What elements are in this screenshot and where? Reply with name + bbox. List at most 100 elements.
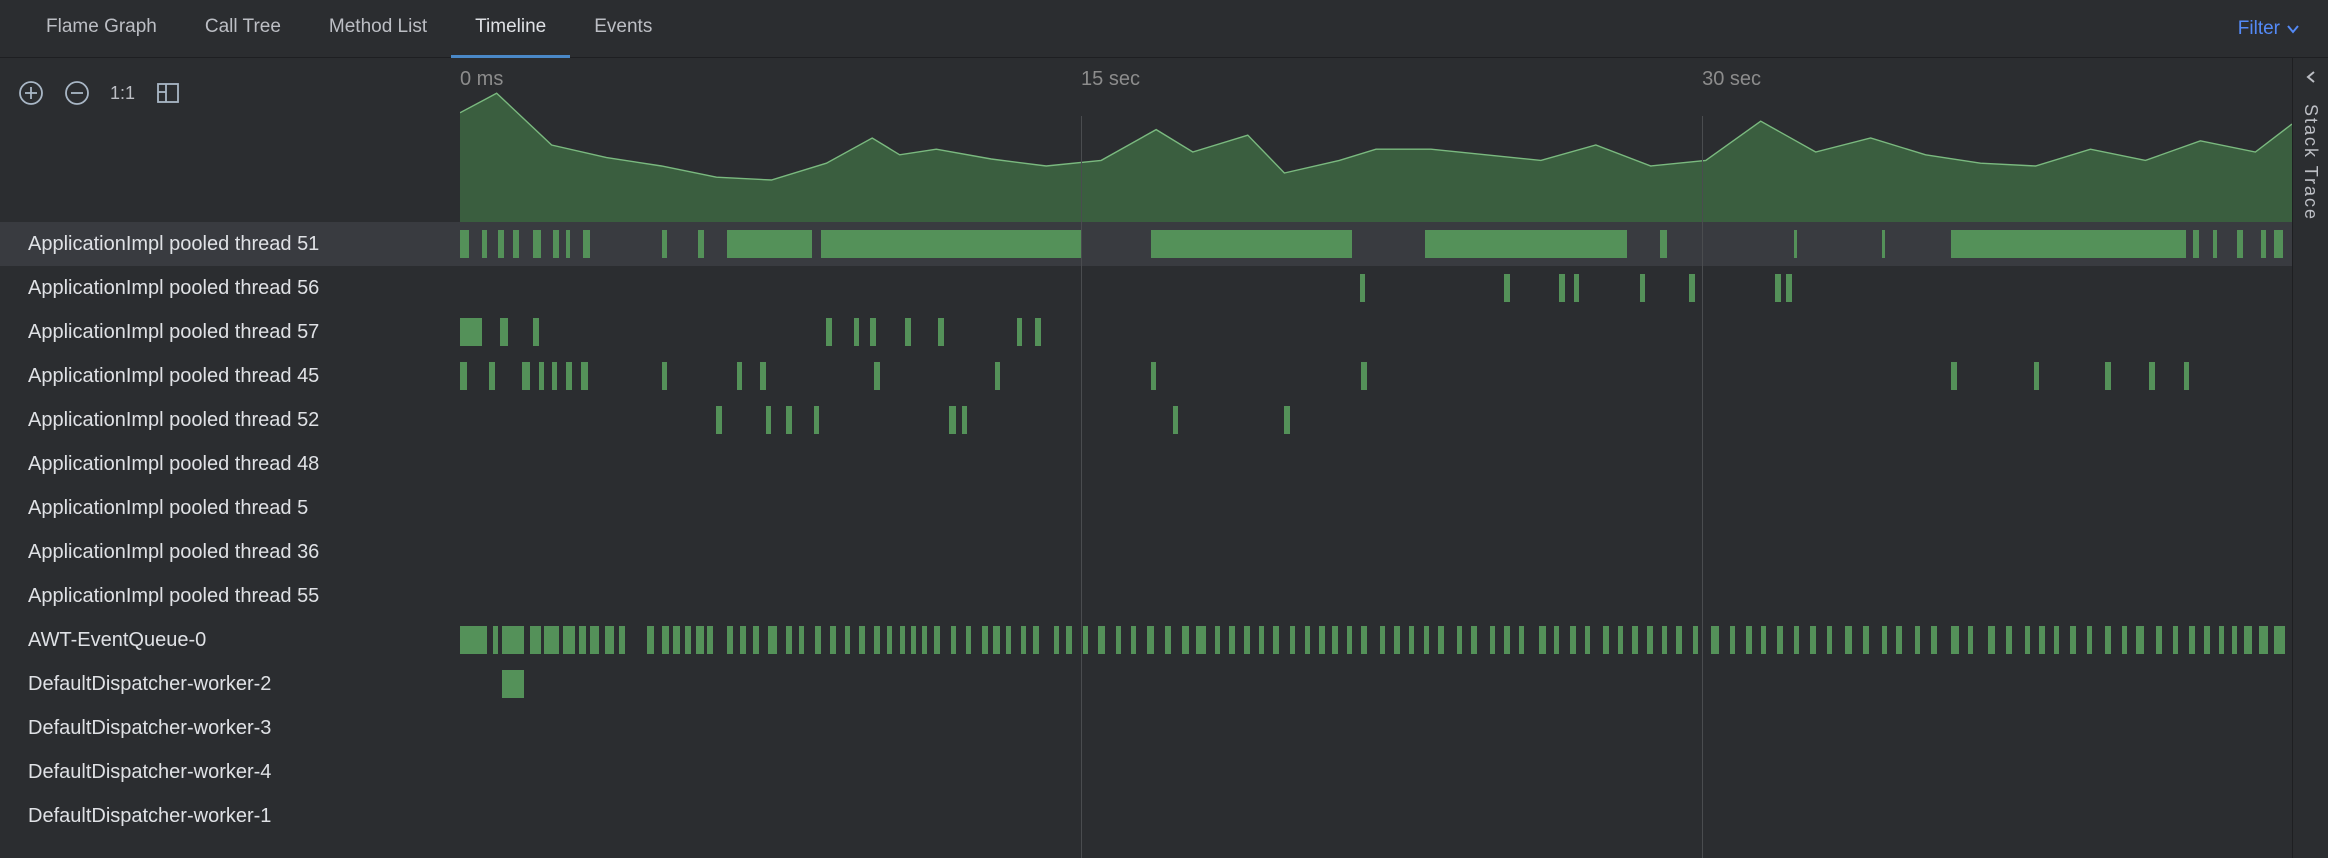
- activity-segment[interactable]: [1693, 626, 1698, 654]
- activity-segment[interactable]: [1786, 274, 1791, 302]
- thread-lane[interactable]: [460, 228, 2292, 260]
- activity-segment[interactable]: [1116, 626, 1121, 654]
- activity-segment[interactable]: [1660, 230, 1667, 258]
- activity-segment[interactable]: [900, 626, 905, 654]
- activity-segment[interactable]: [786, 406, 791, 434]
- activity-segment[interactable]: [922, 626, 927, 654]
- activity-segment[interactable]: [1730, 626, 1735, 654]
- activity-segment[interactable]: [500, 318, 507, 346]
- activity-segment[interactable]: [2006, 626, 2011, 654]
- activity-segment[interactable]: [766, 406, 771, 434]
- activity-segment[interactable]: [737, 362, 742, 390]
- thread-row[interactable]: DefaultDispatcher-worker-4: [0, 750, 2292, 794]
- activity-segment[interactable]: [1409, 626, 1414, 654]
- activity-segment[interactable]: [1033, 626, 1038, 654]
- activity-segment[interactable]: [1083, 626, 1088, 654]
- activity-segment[interactable]: [489, 362, 494, 390]
- activity-segment[interactable]: [727, 626, 732, 654]
- activity-segment[interactable]: [753, 626, 758, 654]
- activity-segment[interactable]: [830, 626, 835, 654]
- overview-chart[interactable]: [460, 82, 2292, 222]
- activity-segment[interactable]: [566, 230, 570, 258]
- activity-segment[interactable]: [1746, 626, 1751, 654]
- activity-segment[interactable]: [1761, 626, 1766, 654]
- activity-segment[interactable]: [2054, 626, 2059, 654]
- activity-segment[interactable]: [563, 626, 576, 654]
- thread-row[interactable]: DefaultDispatcher-worker-1: [0, 794, 2292, 838]
- activity-segment[interactable]: [1827, 626, 1832, 654]
- activity-segment[interactable]: [1259, 626, 1264, 654]
- activity-segment[interactable]: [533, 230, 540, 258]
- zoom-in-button[interactable]: [18, 80, 44, 106]
- activity-segment[interactable]: [949, 406, 956, 434]
- activity-segment[interactable]: [2237, 230, 2242, 258]
- activity-segment[interactable]: [1361, 626, 1366, 654]
- activity-segment[interactable]: [1305, 626, 1310, 654]
- tab-events[interactable]: Events: [570, 0, 676, 58]
- tab-flame-graph[interactable]: Flame Graph: [22, 0, 181, 58]
- thread-row[interactable]: DefaultDispatcher-worker-3: [0, 706, 2292, 750]
- activity-segment[interactable]: [1425, 230, 1627, 258]
- activity-segment[interactable]: [1640, 274, 1645, 302]
- activity-segment[interactable]: [498, 230, 503, 258]
- activity-segment[interactable]: [1332, 626, 1337, 654]
- activity-segment[interactable]: [1585, 626, 1590, 654]
- thread-row[interactable]: ApplicationImpl pooled thread 51: [0, 222, 2292, 266]
- activity-segment[interactable]: [1931, 626, 1936, 654]
- activity-segment[interactable]: [995, 362, 1000, 390]
- activity-segment[interactable]: [1662, 626, 1667, 654]
- thread-lane[interactable]: [460, 448, 2292, 480]
- activity-segment[interactable]: [1519, 626, 1524, 654]
- activity-segment[interactable]: [696, 626, 703, 654]
- activity-segment[interactable]: [799, 626, 804, 654]
- activity-segment[interactable]: [522, 362, 529, 390]
- zoom-reset-button[interactable]: 1:1: [110, 83, 135, 104]
- activity-segment[interactable]: [2189, 626, 2194, 654]
- thread-lane[interactable]: [460, 272, 2292, 304]
- layout-toggle-button[interactable]: [155, 80, 181, 106]
- thread-lane[interactable]: [460, 536, 2292, 568]
- activity-segment[interactable]: [1603, 626, 1608, 654]
- activity-segment[interactable]: [1035, 318, 1040, 346]
- activity-segment[interactable]: [1810, 626, 1815, 654]
- activity-segment[interactable]: [1054, 626, 1059, 654]
- thread-lane[interactable]: [460, 492, 2292, 524]
- activity-segment[interactable]: [1574, 274, 1579, 302]
- activity-segment[interactable]: [460, 318, 482, 346]
- thread-lane[interactable]: [460, 756, 2292, 788]
- activity-segment[interactable]: [552, 362, 557, 390]
- activity-segment[interactable]: [581, 362, 588, 390]
- activity-segment[interactable]: [533, 318, 538, 346]
- activity-segment[interactable]: [1098, 626, 1105, 654]
- thread-row[interactable]: ApplicationImpl pooled thread 57: [0, 310, 2292, 354]
- activity-segment[interactable]: [1490, 626, 1495, 654]
- activity-segment[interactable]: [662, 362, 667, 390]
- activity-segment[interactable]: [760, 362, 765, 390]
- activity-segment[interactable]: [1244, 626, 1249, 654]
- activity-segment[interactable]: [814, 406, 819, 434]
- activity-segment[interactable]: [1647, 626, 1652, 654]
- activity-segment[interactable]: [1196, 626, 1205, 654]
- activity-segment[interactable]: [982, 626, 987, 654]
- activity-segment[interactable]: [513, 230, 518, 258]
- activity-segment[interactable]: [1151, 362, 1156, 390]
- activity-segment[interactable]: [786, 626, 791, 654]
- activity-segment[interactable]: [1775, 274, 1780, 302]
- activity-segment[interactable]: [619, 626, 624, 654]
- thread-lane[interactable]: [460, 404, 2292, 436]
- activity-segment[interactable]: [460, 230, 469, 258]
- activity-segment[interactable]: [911, 626, 916, 654]
- activity-segment[interactable]: [579, 626, 586, 654]
- activity-segment[interactable]: [583, 230, 590, 258]
- activity-segment[interactable]: [2193, 230, 2198, 258]
- activity-segment[interactable]: [2122, 626, 2127, 654]
- activity-segment[interactable]: [1777, 626, 1782, 654]
- activity-segment[interactable]: [502, 670, 524, 698]
- thread-lane[interactable]: [460, 668, 2292, 700]
- activity-segment[interactable]: [1131, 626, 1136, 654]
- activity-segment[interactable]: [2232, 626, 2237, 654]
- activity-segment[interactable]: [662, 626, 669, 654]
- activity-segment[interactable]: [590, 626, 599, 654]
- activity-segment[interactable]: [1182, 626, 1189, 654]
- thread-row[interactable]: AWT-EventQueue-0: [0, 618, 2292, 662]
